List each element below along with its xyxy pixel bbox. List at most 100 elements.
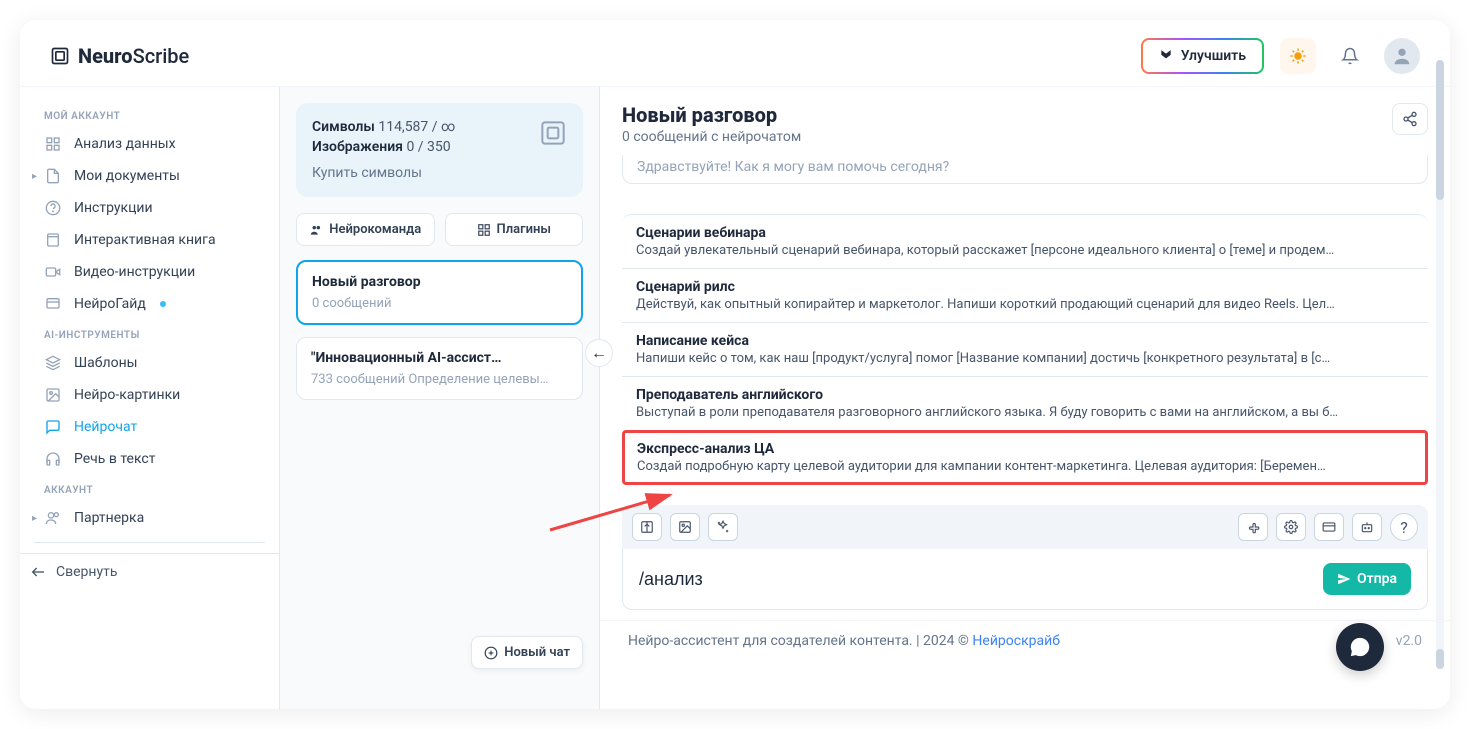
new-chat-button[interactable]: Новый чат — [471, 636, 583, 669]
sidebar-item-guide[interactable]: НейроГайд — [34, 288, 265, 320]
greeting-message: Здравствуйте! Как я могу вам помочь сего… — [622, 155, 1428, 184]
send-button[interactable]: Отпра — [1323, 563, 1411, 595]
suggestion-title: Экспресс-анализ ЦА — [637, 441, 1413, 457]
sidebar-item-templates[interactable]: Шаблоны — [34, 347, 265, 379]
theme-toggle-button[interactable] — [1280, 38, 1316, 74]
chevron-right-icon: ▸ — [32, 171, 40, 182]
tab-plugins[interactable]: Плагины — [445, 213, 584, 246]
symbols-value: 114,587 / ∞ — [378, 119, 455, 135]
avatar[interactable] — [1384, 38, 1420, 74]
chat-icon — [44, 419, 62, 435]
page-scrollbar[interactable] — [1436, 60, 1444, 669]
chat-title: Новый разговор — [622, 103, 801, 127]
input-toolbar: ? — [622, 505, 1428, 549]
suggestion-desc: Действуй, как опытный копирайтер и марке… — [636, 297, 1414, 312]
suggestion-item-highlighted[interactable]: Экспресс-анализ ЦА Создай подробную карт… — [622, 430, 1428, 485]
scrollbar-thumb[interactable] — [1436, 649, 1444, 669]
symbols-label: Символы — [312, 119, 375, 135]
upgrade-button[interactable]: Улучшить — [1141, 38, 1264, 74]
bot-button[interactable] — [1352, 513, 1382, 541]
sidebar: МОЙ АККАУНТ Анализ данных ▸ Мои документ… — [20, 87, 280, 709]
video-icon — [44, 264, 62, 280]
footer: Нейро-ассистент для создателей контента.… — [600, 620, 1450, 653]
new-chat-label: Новый чат — [504, 645, 570, 660]
send-label: Отпра — [1357, 571, 1397, 587]
suggestion-desc: Выступай в роли преподавателя разговорно… — [636, 405, 1414, 420]
image-button[interactable] — [670, 513, 700, 541]
sidebar-item-analytics[interactable]: Анализ данных — [34, 128, 265, 160]
attach-button[interactable] — [632, 513, 662, 541]
chat-area: Новый разговор 0 сообщений с нейрочатом … — [600, 87, 1450, 709]
top-bar: NeuroScribe Улучшить — [20, 20, 1450, 86]
upgrade-label: Улучшить — [1181, 48, 1246, 64]
settings-button[interactable] — [1276, 513, 1306, 541]
sidebar-item-label: Интерактивная книга — [74, 232, 216, 248]
sidebar-item-video[interactable]: Видео-инструкции — [34, 256, 265, 288]
suggestion-desc: Создай подробную карту целевой аудитории… — [637, 459, 1413, 474]
new-badge-icon — [160, 301, 166, 307]
images-label: Изображения — [312, 139, 403, 155]
conversation-card[interactable]: "Инновационный AI-ассист… 733 сообщений … — [296, 337, 583, 400]
card-button[interactable] — [1314, 513, 1344, 541]
suggestions-list: Сценарии вебинара Создай увлекательный с… — [622, 214, 1428, 485]
sidebar-section-acct: АККАУНТ — [34, 475, 265, 502]
share-button[interactable] — [1392, 103, 1428, 135]
layers-icon — [44, 355, 62, 371]
book-icon — [44, 232, 62, 248]
version-label: v2.0 — [1396, 633, 1422, 649]
suggestion-item[interactable]: Преподаватель английского Выступай в рол… — [622, 376, 1428, 430]
suggestion-item[interactable]: Сценарий рилс Действуй, как опытный копи… — [622, 268, 1428, 322]
conversation-card[interactable]: Новый разговор 0 сообщений — [296, 260, 583, 325]
sidebar-item-instructions[interactable]: Инструкции — [34, 192, 265, 224]
sidebar-item-label: Нейро-картинки — [74, 387, 180, 403]
scrollbar-thumb[interactable] — [1436, 60, 1444, 200]
headphones-icon — [44, 451, 62, 467]
chat-subtitle: 0 сообщений с нейрочатом — [622, 129, 801, 145]
tab-team[interactable]: Нейрокоманда — [296, 213, 435, 246]
extension-button[interactable] — [1238, 513, 1268, 541]
notifications-button[interactable] — [1332, 38, 1368, 74]
suggestion-item[interactable]: Написание кейса Напиши кейс о том, как н… — [622, 322, 1428, 376]
guide-icon — [44, 296, 62, 312]
panel-collapse-handle[interactable]: ← — [585, 339, 613, 367]
users-icon — [44, 510, 62, 526]
conversation-title: "Инновационный AI-ассист… — [311, 350, 568, 366]
logo[interactable]: NeuroScribe — [50, 44, 189, 68]
sidebar-item-partner[interactable]: ▸ Партнерка — [34, 502, 265, 534]
sidebar-item-label: Видео-инструкции — [74, 264, 195, 280]
top-actions: Улучшить — [1141, 38, 1420, 74]
message-input[interactable] — [639, 569, 1323, 590]
suggestion-title: Сценарии вебинара — [636, 225, 1414, 241]
message-input-container: Отпра — [622, 549, 1428, 610]
chevron-right-icon: ▸ — [32, 513, 40, 524]
logo-text-bold: Neuro — [78, 44, 133, 68]
sidebar-item-book[interactable]: Интерактивная книга — [34, 224, 265, 256]
sidebar-item-label: Речь в текст — [74, 451, 155, 467]
tab-label: Нейрокоманда — [329, 222, 421, 237]
conversations-panel: Символы 114,587 / ∞ Изображения 0 / 350 … — [280, 87, 600, 709]
support-fab[interactable] — [1336, 623, 1384, 671]
help-icon — [44, 200, 62, 216]
help-button[interactable]: ? — [1390, 513, 1418, 541]
sidebar-collapse-button[interactable]: Свернуть — [20, 553, 279, 590]
logo-text-light: Scribe — [133, 44, 190, 68]
sidebar-item-chat[interactable]: Нейрочат — [34, 411, 265, 443]
buy-symbols-link[interactable]: Купить символы — [312, 165, 422, 181]
sidebar-item-label: Партнерка — [74, 510, 144, 526]
sidebar-item-label: Нейрочат — [74, 419, 137, 435]
footer-text: Нейро-ассистент для создателей контента.… — [628, 633, 972, 649]
sidebar-item-speech[interactable]: Речь в текст — [34, 443, 265, 475]
magic-button[interactable] — [708, 513, 738, 541]
sidebar-item-images[interactable]: Нейро-картинки — [34, 379, 265, 411]
grid-icon — [44, 136, 62, 152]
collapse-label: Свернуть — [56, 564, 117, 580]
footer-link[interactable]: Нейроскрайб — [972, 633, 1060, 649]
conversation-subtitle: 733 сообщений Определение целевы… — [311, 372, 568, 387]
sidebar-section-account: МОЙ АККАУНТ — [34, 101, 265, 128]
suggestion-desc: Напиши кейс о том, как наш [продукт/услу… — [636, 351, 1414, 366]
sidebar-item-label: НейроГайд — [74, 296, 146, 312]
tab-label: Плагины — [497, 222, 551, 237]
sidebar-item-documents[interactable]: ▸ Мои документы — [34, 160, 265, 192]
suggestion-item[interactable]: Сценарии вебинара Создай увлекательный с… — [622, 214, 1428, 268]
conversation-subtitle: 0 сообщений — [312, 296, 567, 311]
